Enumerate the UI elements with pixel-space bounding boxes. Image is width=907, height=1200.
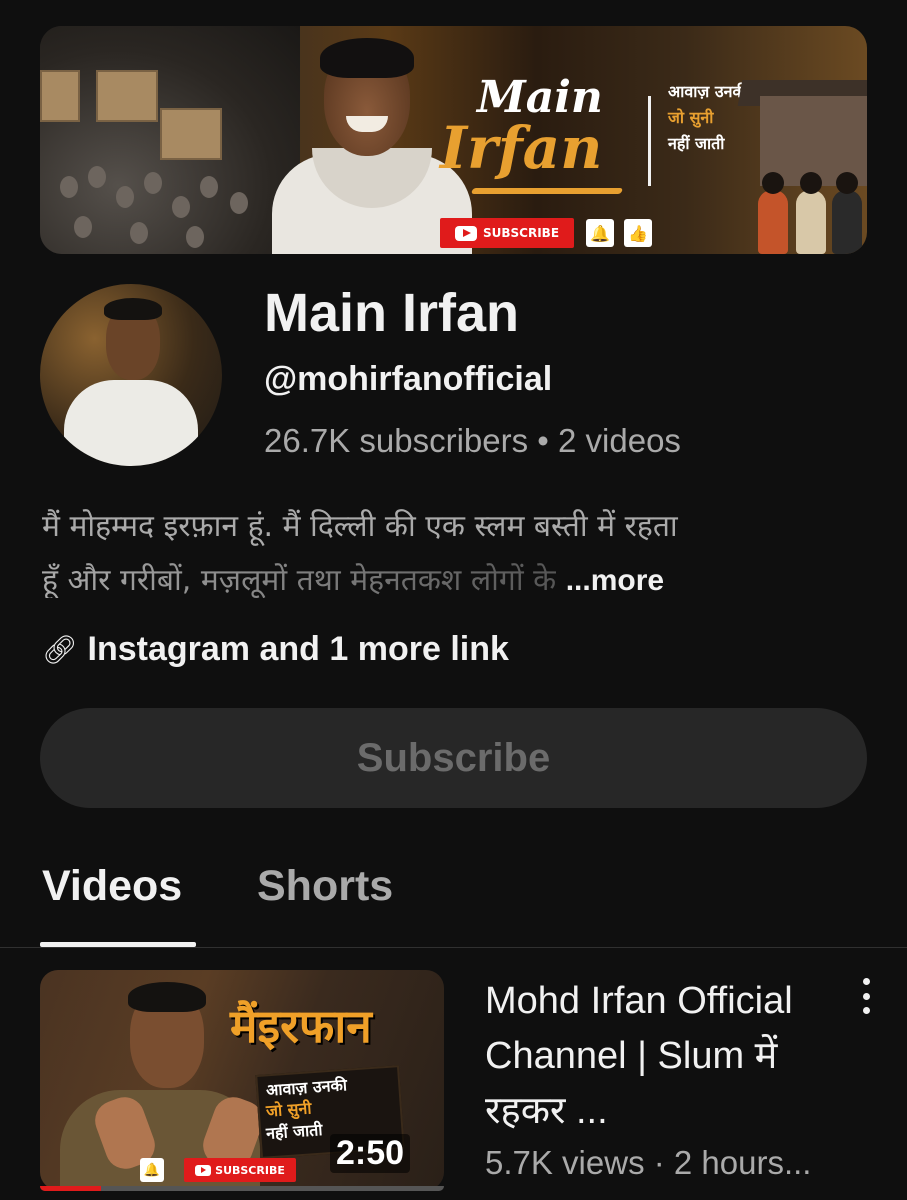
banner-crowd-image	[40, 26, 300, 254]
watch-progress-fill	[40, 1186, 101, 1191]
thumbnail-tagline-3: नहीं जाती	[265, 1120, 324, 1143]
channel-description[interactable]: मैं मोहम्मद इरफ़ान हूं. मैं दिल्ली की एक…	[42, 500, 872, 608]
thumbs-up-icon: 👍	[624, 219, 652, 247]
subscribe-button[interactable]: Subscribe	[40, 708, 867, 808]
channel-banner: Main Irfan आवाज़ उनकी जो सुनी नहीं जाती …	[40, 26, 867, 254]
link-icon: 🔗︎	[42, 633, 78, 666]
youtube-logo-icon	[454, 225, 477, 241]
banner-tagline-2: जो सुनी	[668, 108, 714, 127]
banner-tagline-1: आवाज़ उनकी	[668, 82, 749, 101]
thumbnail-tagline-2: जो सुनी	[265, 1098, 313, 1121]
watch-progress-bar	[40, 1186, 444, 1191]
banner-tagline-3: नहीं जाती	[668, 134, 725, 153]
channel-links[interactable]: 🔗︎ Instagram and 1 more link	[42, 630, 509, 669]
bell-icon: 🔔	[140, 1158, 164, 1182]
channel-avatar[interactable]	[40, 284, 222, 466]
thumbnail-subscribe-graphic: SUBSCRIBE	[184, 1158, 296, 1182]
banner-child	[796, 172, 826, 254]
thumbnail-title: मैंइरफान	[230, 999, 372, 1053]
tab-divider	[0, 947, 907, 948]
banner-subscribe-graphic: SUBSCRIBE	[440, 218, 574, 248]
video-title[interactable]: Mohd Irfan Official Channel | Slum में र…	[485, 974, 845, 1139]
more-link[interactable]: ...more	[566, 564, 664, 597]
description-line-2: हूँ और गरीबों, मज़लूमों तथा मेहनतकश लोगो…	[42, 563, 557, 598]
banner-divider	[648, 96, 651, 186]
channel-name: Main Irfan	[264, 283, 520, 343]
links-label: Instagram and 1 more link	[87, 630, 509, 668]
bell-icon: 🔔	[586, 219, 614, 247]
description-line-1: मैं मोहम्मद इरफ़ान हूं. मैं दिल्ली की एक…	[42, 509, 678, 544]
channel-handle: @mohirfanofficial	[264, 360, 553, 398]
banner-title-irfan: Irfan	[440, 114, 603, 182]
video-meta: 5.7K views · 2 hours...	[485, 1144, 812, 1181]
tab-videos[interactable]: Videos	[42, 862, 182, 911]
banner-child	[832, 172, 862, 254]
thumbnail-subscribe-label: SUBSCRIBE	[215, 1163, 285, 1177]
more-options-icon[interactable]	[852, 978, 880, 1014]
youtube-logo-icon	[195, 1164, 212, 1176]
banner-subscribe-label: SUBSCRIBE	[482, 226, 560, 240]
banner-child	[758, 172, 788, 254]
description-line-2-wrap: हूँ और गरीबों, मज़लूमों तथा मेहनतकश लोगो…	[42, 554, 872, 608]
channel-stats: 26.7K subscribers • 2 videos	[264, 422, 681, 459]
banner-underline	[470, 188, 624, 194]
video-duration: 2:50	[330, 1134, 411, 1173]
tab-shorts[interactable]: Shorts	[257, 862, 393, 911]
